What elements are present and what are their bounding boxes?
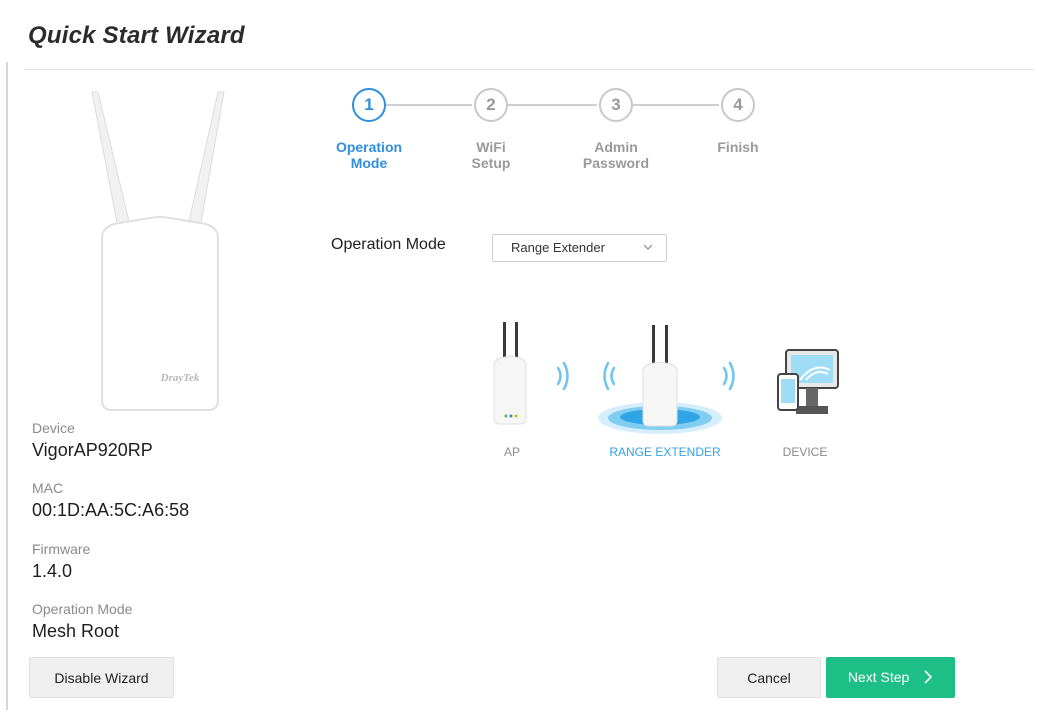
step-1-circle: 1 (352, 88, 386, 122)
step-3-circle: 3 (599, 88, 633, 122)
firmware-value: 1.4.0 (32, 561, 73, 581)
extender-caption: RANGE EXTENDER (609, 445, 721, 459)
wizard-steps: 1 2 3 4 Operation Mode WiFi Setup Admin Pas… (320, 86, 790, 186)
step-connector (508, 104, 597, 106)
chevron-right-icon (924, 670, 933, 684)
mac-label: MAC (32, 480, 64, 496)
device-image: DrayTek (91, 91, 225, 411)
page-title: Quick Start Wizard (28, 22, 245, 49)
step-4-circle: 4 (721, 88, 755, 122)
left-border (6, 62, 8, 710)
mac-info: MAC 00:1D:AA:5C:A6:58 (32, 480, 189, 521)
operation-mode-value: Range Extender (511, 240, 605, 255)
firmware-info: Firmware 1.4.0 (32, 541, 90, 582)
firmware-label: Firmware (32, 541, 91, 557)
wifi-waves-icon (603, 361, 616, 391)
chevron-down-icon (643, 244, 653, 250)
wifi-waves-icon (722, 361, 735, 391)
next-step-button[interactable]: Next Step (826, 657, 955, 698)
operation-mode-label: Operation Mode (331, 236, 446, 253)
step-2-circle: 2 (474, 88, 508, 122)
disable-wizard-button[interactable]: Disable Wizard (29, 657, 174, 698)
wifi-waves-icon (556, 361, 569, 391)
device-info: Device VigorAP920RP (32, 420, 153, 461)
opmode-info: Operation Mode Mesh Root (32, 601, 132, 642)
cancel-button[interactable]: Cancel (717, 657, 821, 698)
step-3-label: Admin Password (582, 139, 650, 171)
title-divider (24, 69, 1034, 70)
opmode-info-label: Operation Mode (32, 601, 133, 617)
opmode-info-value: Mesh Root (32, 621, 120, 641)
step-1-label: Operation Mode (335, 139, 403, 171)
mac-value: 00:1D:AA:5C:A6:58 (32, 500, 190, 520)
operation-mode-select[interactable]: Range Extender (492, 234, 667, 262)
step-4-label: Finish (717, 139, 759, 155)
ap-icon (493, 322, 527, 425)
step-connector (633, 104, 719, 106)
ap-caption: AP (503, 445, 520, 459)
next-step-label: Next Step (847, 669, 910, 685)
device-icon (777, 349, 839, 414)
step-2-label: WiFi Setup (471, 139, 511, 171)
device-value: VigorAP920RP (32, 440, 153, 460)
draytek-logo: DrayTek (160, 372, 200, 384)
device-caption: DEVICE (782, 445, 828, 459)
device-label: Device (32, 420, 75, 436)
step-connector (386, 104, 472, 106)
range-extender-icon (598, 325, 722, 434)
